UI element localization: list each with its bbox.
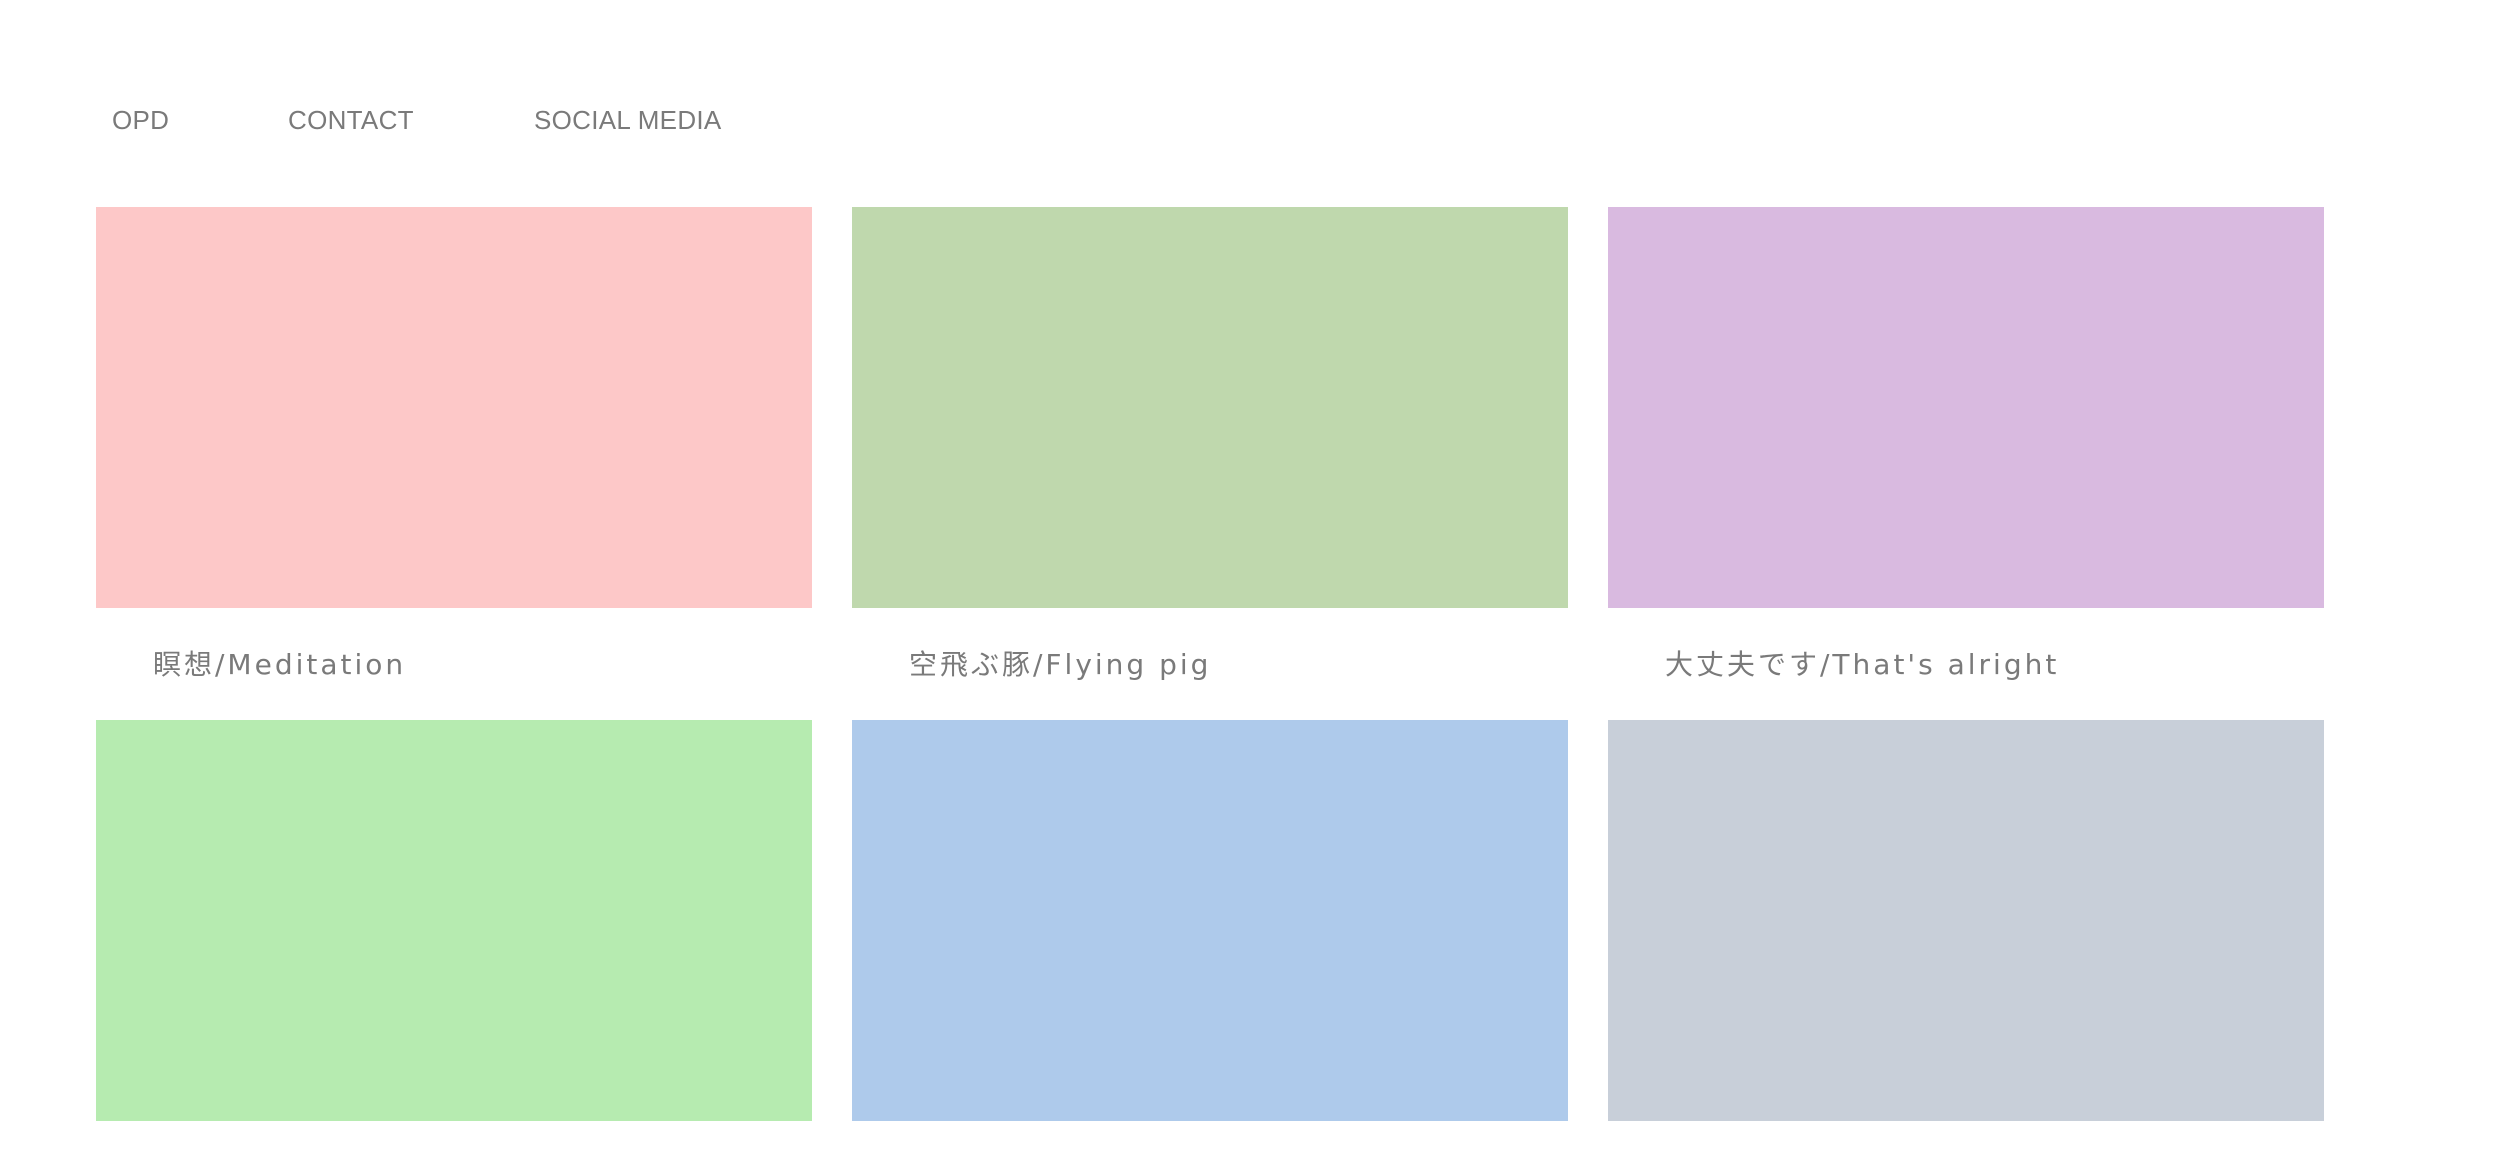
nav-link-contact[interactable]: CONTACT — [288, 100, 414, 140]
nav-link-social-media[interactable]: SOCIAL MEDIA — [534, 100, 722, 140]
gallery-caption: 空飛ぶ豚/Flying pig — [909, 648, 1212, 681]
gallery-thumbnail[interactable] — [96, 207, 812, 608]
gallery-card-flying-pig[interactable]: 空飛ぶ豚/Flying pig — [852, 207, 1568, 681]
gallery-thumbnail[interactable] — [852, 720, 1568, 1121]
gallery-thumbnail[interactable] — [852, 207, 1568, 608]
gallery-card-5[interactable] — [852, 720, 1568, 1121]
gallery-caption: 大丈夫です/That's alright — [1665, 648, 2060, 681]
gallery-thumbnail[interactable] — [96, 720, 812, 1121]
gallery-card-meditation[interactable]: 瞑想/Meditation — [96, 207, 812, 681]
nav-link-opd[interactable]: OPD — [112, 100, 169, 140]
gallery-caption: 瞑想/Meditation — [153, 648, 407, 681]
gallery-card-thats-alright[interactable]: 大丈夫です/That's alright — [1608, 207, 2324, 681]
gallery-card-6[interactable] — [1608, 720, 2324, 1121]
gallery-card-4[interactable] — [96, 720, 812, 1121]
gallery-thumbnail[interactable] — [1608, 720, 2324, 1121]
gallery-thumbnail[interactable] — [1608, 207, 2324, 608]
